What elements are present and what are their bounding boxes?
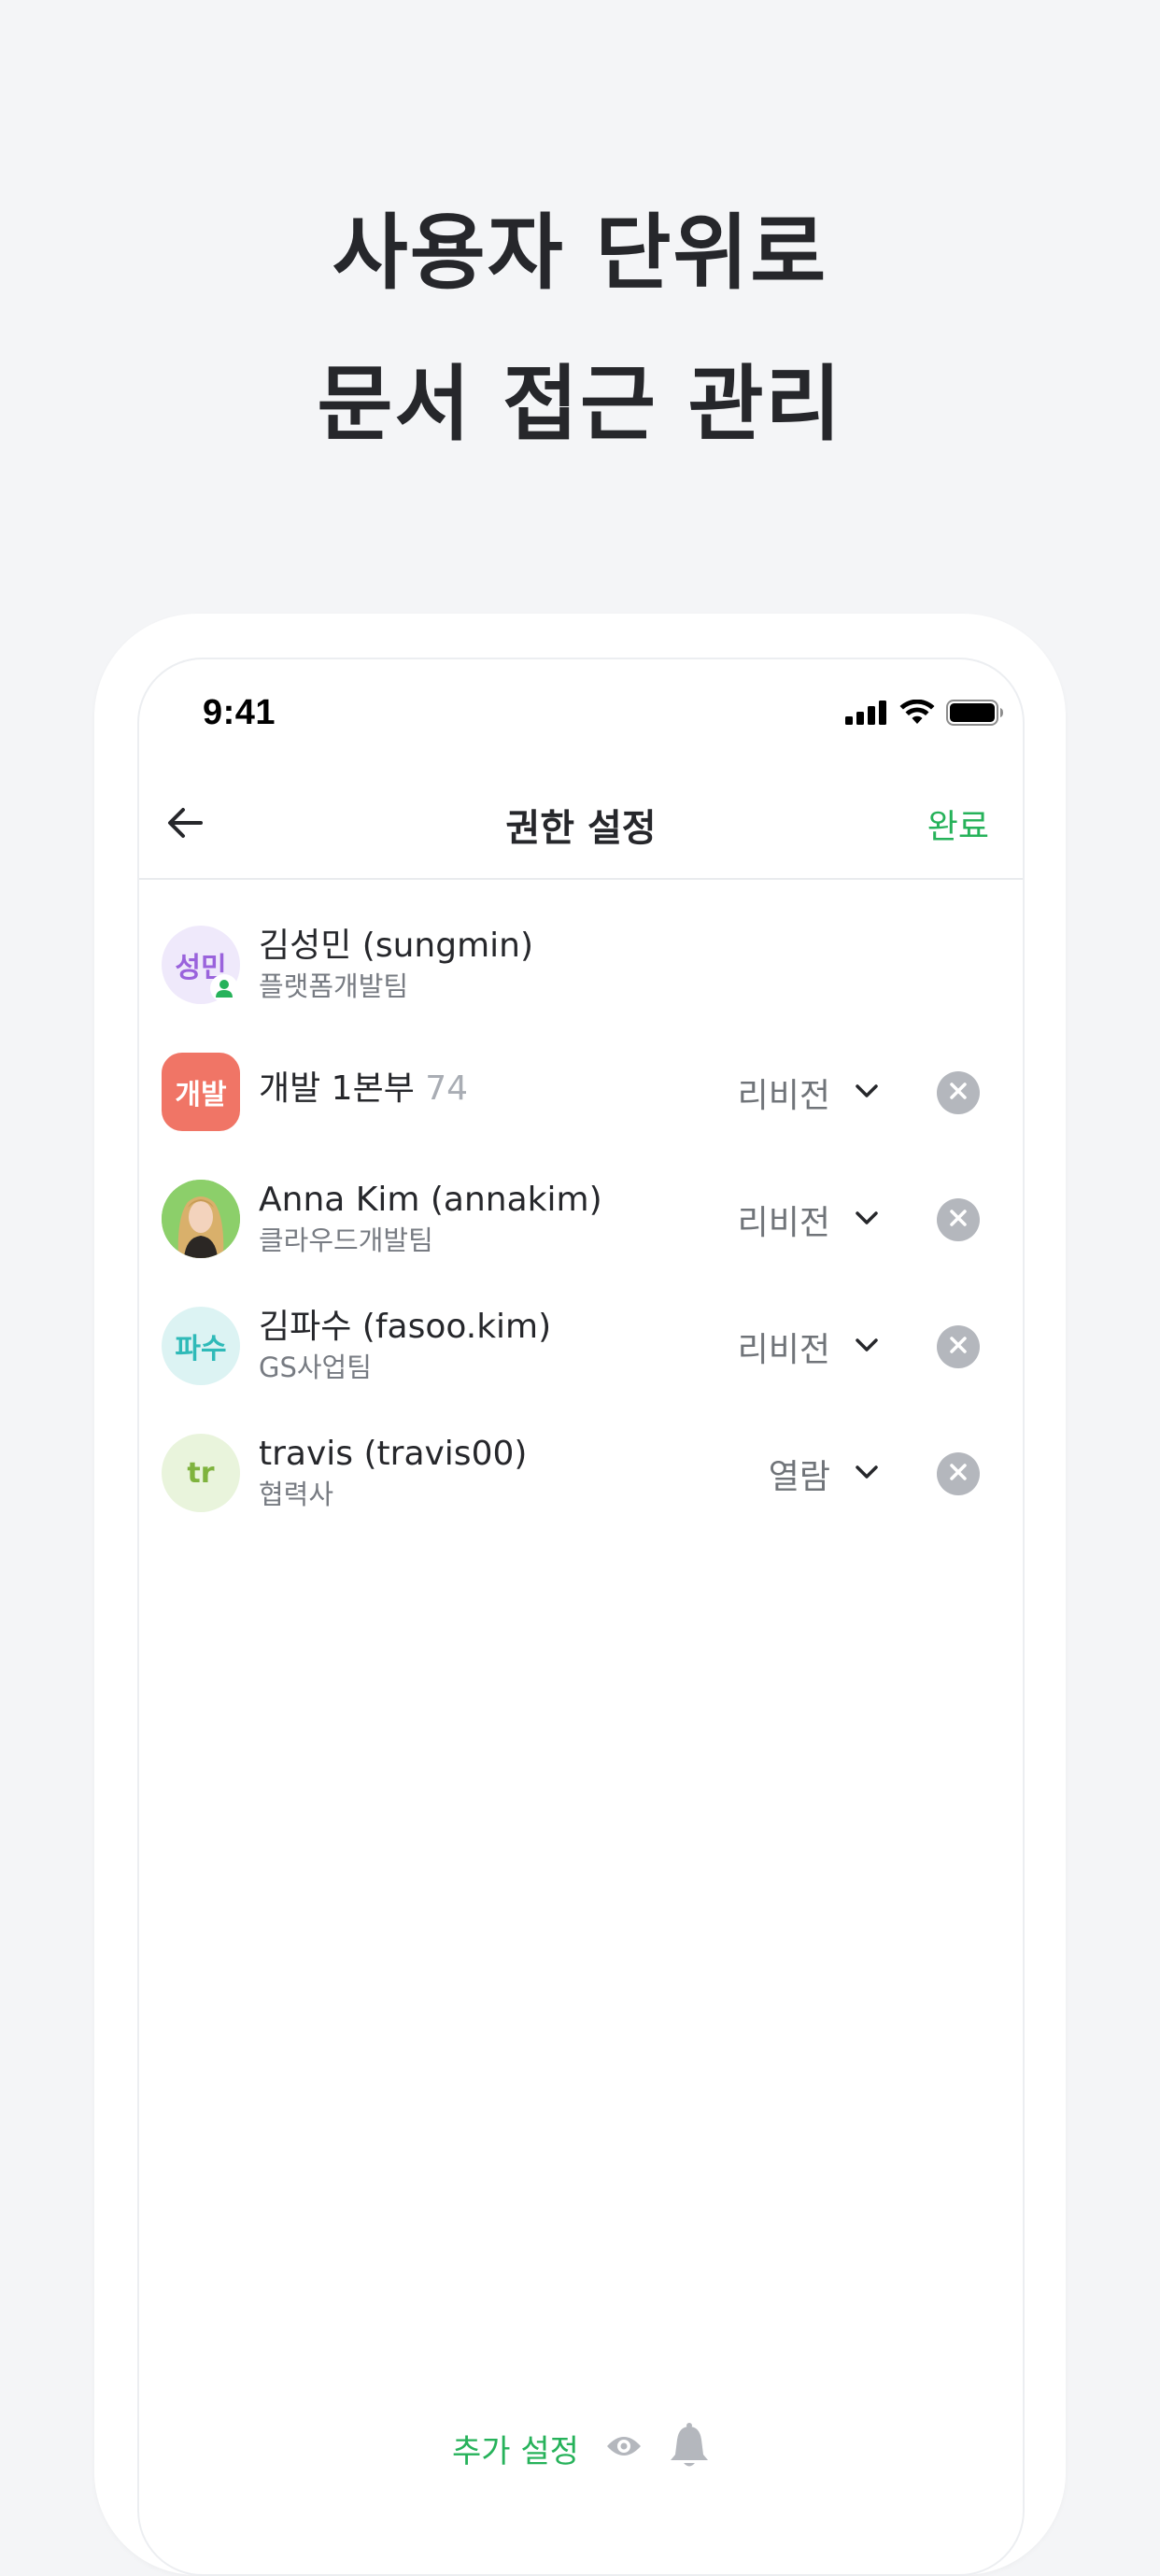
member-name: Anna Kim (annakim) [259, 1181, 602, 1219]
signal-icon [845, 701, 888, 729]
avatar-initials: 파수 [175, 1333, 227, 1366]
member-name: 김파수 (fasoo.kim) [259, 1308, 552, 1346]
member-team: 협력사 [259, 1479, 334, 1510]
status-time: 9:41 [203, 693, 276, 732]
avatar: tr [162, 1434, 240, 1512]
avatar-initials: 개발 [175, 1079, 227, 1111]
member-name: travis (travis00) [259, 1435, 528, 1473]
group-name: 개발 1본부 [259, 1069, 415, 1108]
close-icon [948, 1208, 969, 1232]
close-icon [948, 1081, 969, 1105]
battery-icon [946, 700, 1004, 729]
member-row: 파수 김파수 (fasoo.kim) GS사업팀 리비전 [139, 1293, 1023, 1395]
permission-value: 리비전 [737, 1077, 830, 1115]
page-title: 권한 설정 [505, 807, 657, 850]
owner-person-icon [210, 974, 238, 1002]
member-row: Anna Kim (annakim) 클라우드개발팀 리비전 [139, 1166, 1023, 1268]
permission-dropdown[interactable]: 열람 [769, 1450, 879, 1498]
permission-dropdown[interactable]: 리비전 [738, 1069, 879, 1117]
avatar: 성민 [162, 926, 240, 1004]
eye-icon[interactable] [605, 2433, 643, 2463]
member-info: 김파수 (fasoo.kim) GS사업팀 [259, 1306, 686, 1386]
headline-line-1: 사용자 단위로 [332, 205, 828, 301]
permission-dropdown[interactable]: 리비전 [738, 1196, 879, 1244]
remove-member-button[interactable] [937, 1452, 980, 1495]
status-icons [845, 699, 1004, 729]
member-row: 개발 개발 1본부 74 리비전 [139, 1039, 1023, 1141]
avatar-initials: tr [187, 1456, 215, 1490]
chevron-down-icon [855, 1464, 879, 1484]
navbar: 권한 설정 완료 [139, 771, 1023, 880]
member-info: Anna Kim (annakim) 클라우드개발팀 [259, 1179, 686, 1259]
permission-value: 리비전 [737, 1331, 830, 1369]
group-avatar: 개발 [162, 1053, 240, 1131]
chevron-down-icon [855, 1083, 879, 1103]
member-name: 김성민 (sungmin) [259, 927, 534, 965]
bell-icon[interactable] [669, 2423, 710, 2473]
member-team: 플랫폼개발팀 [259, 970, 409, 1002]
member-info: travis (travis00) 협력사 [259, 1433, 686, 1513]
avatar: 파수 [162, 1307, 240, 1385]
profile-photo [162, 1180, 240, 1258]
extra-settings-button[interactable]: 추가 설정 [452, 2426, 579, 2471]
remove-member-button[interactable] [937, 1198, 980, 1241]
wifi-icon [899, 699, 935, 729]
remove-member-button[interactable] [937, 1071, 980, 1114]
permission-dropdown[interactable]: 리비전 [738, 1323, 879, 1371]
chevron-down-icon [855, 1337, 879, 1357]
headline-line-2: 문서 접근 관리 [317, 356, 843, 452]
bottom-toolbar: 추가 설정 [139, 2415, 1023, 2481]
member-team: 클라우드개발팀 [259, 1224, 433, 1256]
remove-member-button[interactable] [937, 1325, 980, 1368]
permission-value: 열람 [768, 1458, 830, 1496]
chevron-down-icon [855, 1210, 879, 1230]
close-icon [948, 1462, 969, 1486]
done-button[interactable]: 완료 [927, 800, 989, 848]
member-count: 74 [425, 1069, 469, 1108]
member-team: GS사업팀 [259, 1352, 372, 1383]
headline: 사용자 단위로 문서 접근 관리 [0, 177, 1160, 480]
member-name: 개발 1본부 74 [259, 1068, 686, 1111]
member-info: 개발 1본부 74 [259, 1068, 686, 1111]
close-icon [948, 1335, 969, 1359]
member-row: tr travis (travis00) 협력사 열람 [139, 1420, 1023, 1522]
member-info: 김성민 (sungmin) 플랫폼개발팀 [259, 925, 686, 1005]
avatar [162, 1180, 240, 1258]
member-row-owner: 성민 김성민 (sungmin) 플랫폼개발팀 [139, 912, 1023, 1014]
permission-value: 리비전 [737, 1204, 830, 1242]
phone-screen: 9:41 권한 설정 완료 성민 김성민 (sungmin) 플랫폼개발팀 개발… [137, 658, 1025, 2576]
